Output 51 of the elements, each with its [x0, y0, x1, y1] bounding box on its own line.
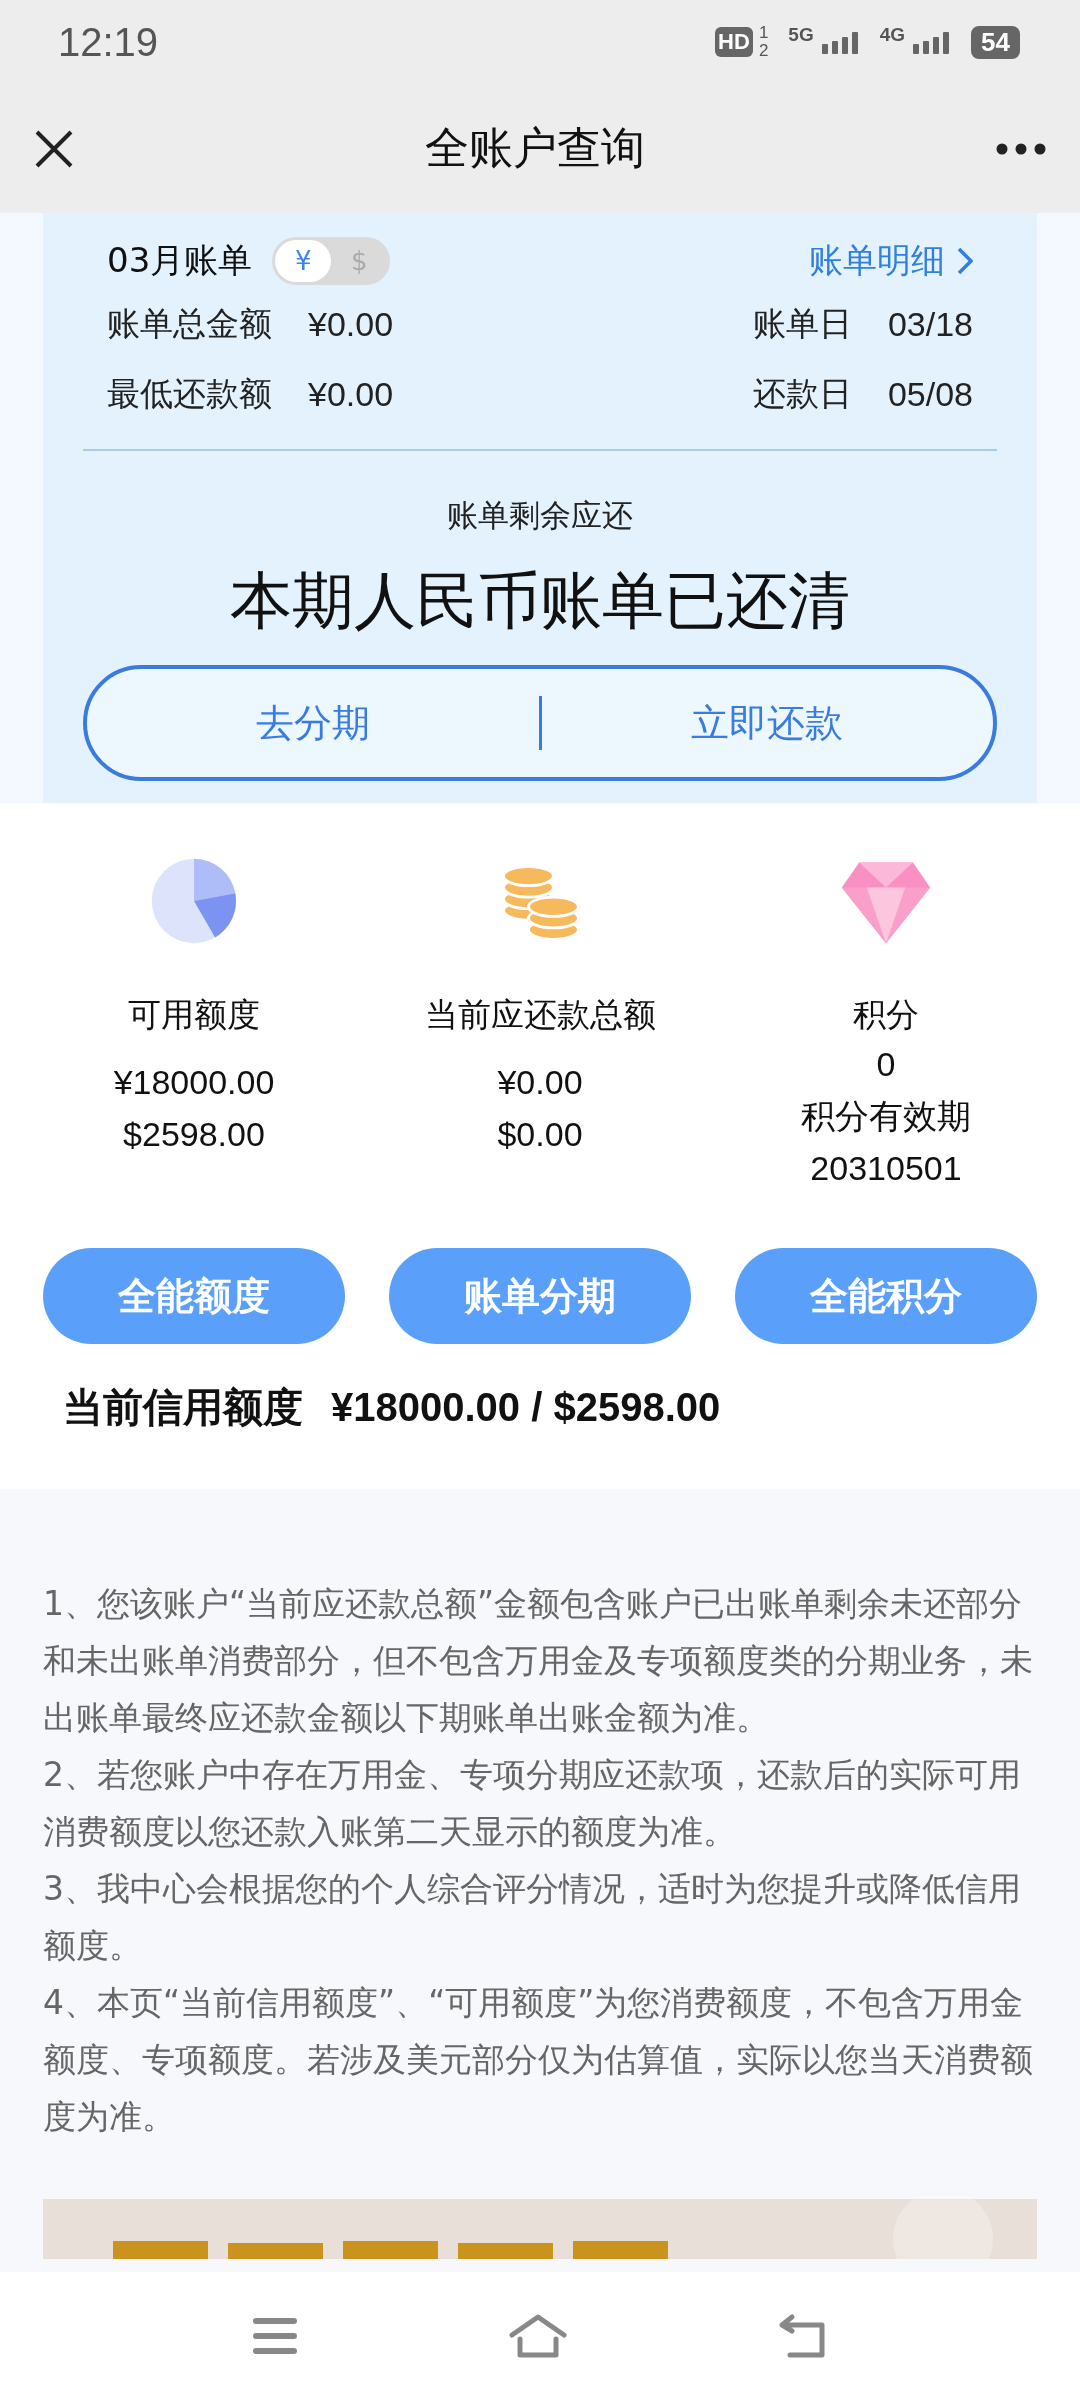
field-value: ¥0.00: [308, 304, 394, 344]
close-icon[interactable]: [34, 128, 74, 169]
signal-icon: [819, 30, 860, 54]
sim-number: 2: [758, 42, 769, 60]
chevron-icon: [957, 247, 973, 275]
page-title: 全账户查询: [425, 121, 645, 175]
field-value: ¥0.00: [308, 374, 394, 414]
note-paragraph: 3、我中心会根据您的个人综合评分情况，适时为您提升或降低信用额度。: [43, 1868, 1022, 1967]
currency-toggle[interactable]: ¥ $: [272, 237, 391, 285]
currency-option[interactable]: ¥: [275, 240, 332, 282]
summary-value: 20310501: [810, 1148, 962, 1189]
credit-label: 当前信用额度: [63, 1383, 303, 1432]
field-label: 最低还款额: [107, 372, 272, 415]
network-label: 4G: [879, 24, 906, 46]
action-button[interactable]: 去分期: [87, 669, 539, 777]
back-icon[interactable]: [778, 2313, 828, 2359]
bill-detail-link[interactable]: 账单明细: [809, 238, 973, 284]
summary-value: 0: [876, 1044, 896, 1085]
summary-value: ¥18000.00: [113, 1062, 275, 1103]
field-label: 账单总金额: [107, 302, 272, 345]
more-icon[interactable]: [996, 142, 1046, 155]
field-value: 05/08: [887, 374, 973, 414]
note-paragraph: 1、您该账户“当前应还款总额”金额包含账户已出账单剩余未还部分和未出账单消费部分，但不包含万用金及专项额度类的分期业务，未出账单最终应还款金额以下期账单出账金额为准。: [43, 1583, 1034, 1739]
summary-value: $0.00: [497, 1114, 583, 1155]
signal-icon: [911, 30, 952, 54]
action-button[interactable]: 立即还款: [541, 669, 993, 777]
summary-button[interactable]: 账单分期: [389, 1248, 691, 1344]
bill-month: 03月账单: [107, 239, 253, 282]
note-paragraph: 4、本页“当前信用额度”、“可用额度”为您消费额度，不包含万用金额度、专项额度。若涉及美元部分仅为估算值，实际以您当天消费额度为准。: [43, 1982, 1034, 2138]
field-value: 03/18: [887, 304, 973, 344]
field-label: 还款日: [752, 372, 852, 415]
summary-label: 积分: [853, 994, 919, 1036]
summary-label: 可用额度: [128, 994, 260, 1036]
hd-badge: HD: [715, 27, 753, 57]
battery-icon: 54: [971, 25, 1020, 59]
menu-icon[interactable]: [252, 2316, 298, 2356]
summary-value: ¥0.00: [497, 1062, 583, 1103]
network-label: 5G: [788, 24, 814, 46]
sim-number: 1: [758, 24, 769, 42]
summary-value: 积分有效期: [801, 1096, 971, 1137]
remaining-label: 账单剩余应还: [446, 496, 634, 535]
field-label: 账单日: [752, 302, 852, 345]
note-paragraph: 2、若您账户中存在万用金、专项分期应还款项，还款后的实际可用消费额度以您还款入账第二天显示的额度为准。: [43, 1754, 1022, 1853]
clock: 12:19: [58, 19, 159, 65]
remaining-status: 本期人民币账单已还清: [229, 563, 851, 639]
summary-value: $2598.00: [123, 1114, 265, 1155]
summary-label: 当前应还款总额: [424, 994, 656, 1036]
summary-button[interactable]: 全能额度: [43, 1248, 345, 1344]
home-icon[interactable]: [508, 2313, 568, 2359]
credit-value: ¥18000.00 / $2598.00: [331, 1385, 721, 1430]
summary-button[interactable]: 全能积分: [735, 1248, 1037, 1344]
